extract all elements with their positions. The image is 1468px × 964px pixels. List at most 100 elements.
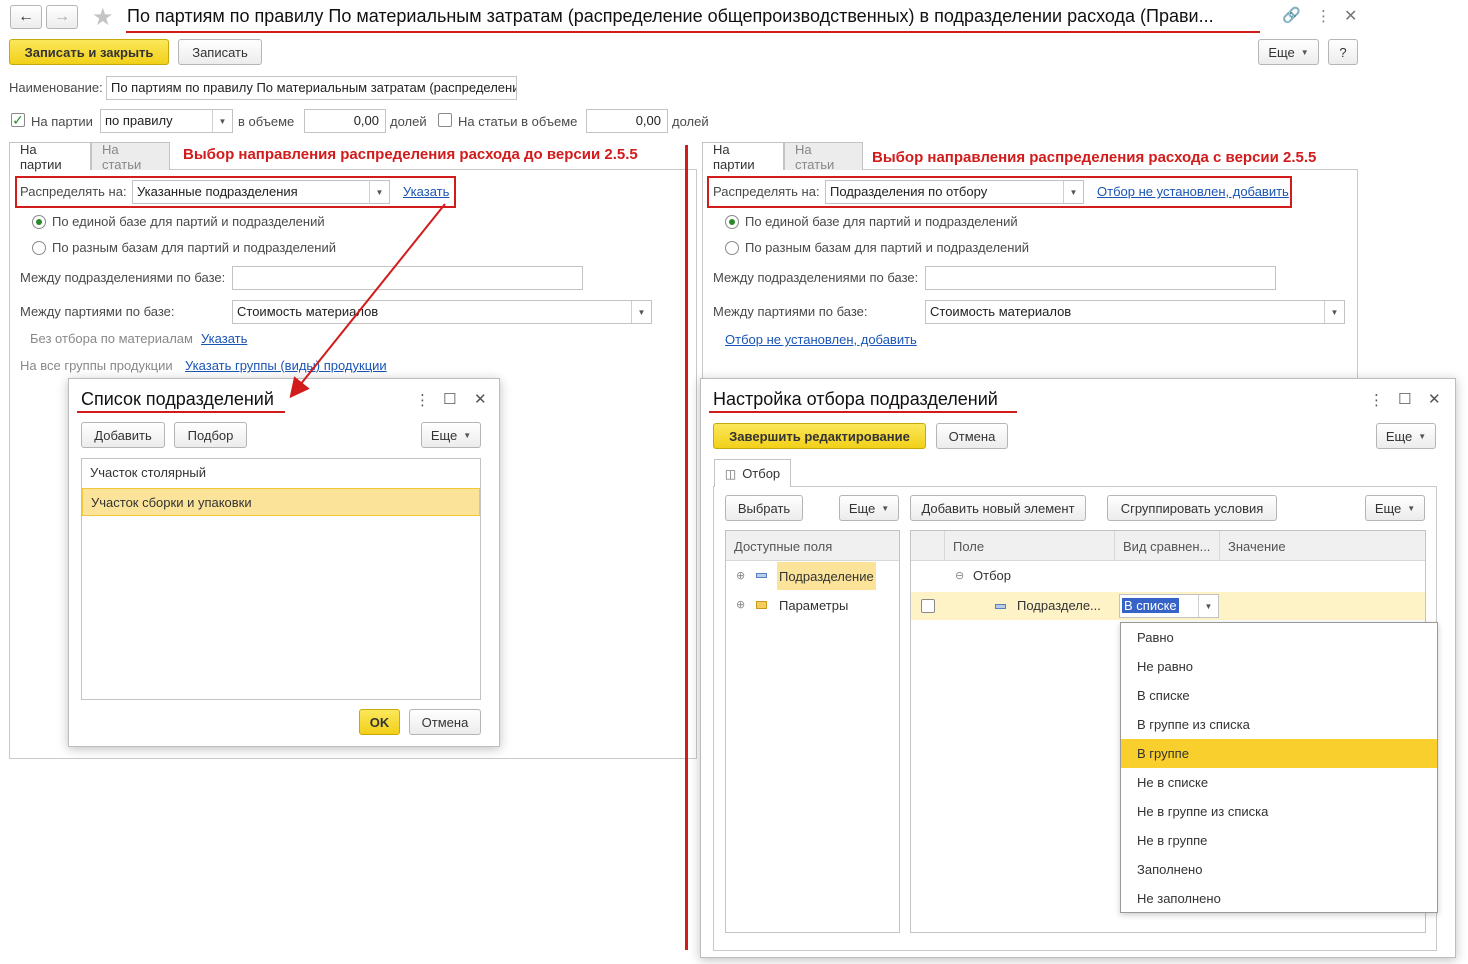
chevron-down-icon: ▼ (1407, 503, 1416, 513)
right-radio-single-label: По единой базе для партий и подразделени… (745, 214, 1018, 229)
right-radio-different[interactable] (725, 241, 739, 255)
col-compare-header: Вид сравнен... (1115, 531, 1220, 561)
right-tab-items[interactable]: На статьи (784, 142, 863, 172)
by-batches-label: На партии (31, 114, 93, 129)
left-highlight-box (15, 176, 456, 208)
dept-list-dialog: Список подразделений ⋮ ☐ ✕ Добавить Подб… (68, 378, 500, 747)
filter-dialog-title: Настройка отбора подразделений (713, 389, 998, 409)
help-button[interactable]: ? (1328, 39, 1358, 65)
field-icon (756, 573, 767, 578)
option-filled[interactable]: Заполнено (1121, 855, 1437, 884)
col-field-header: Поле (945, 531, 1115, 561)
left-between-depts-input[interactable] (232, 266, 583, 290)
conditions-more-button[interactable]: Еще ▼ (1365, 495, 1425, 521)
link-icon[interactable]: 🔗 (1282, 6, 1301, 24)
option-not-equal[interactable]: Не равно (1121, 652, 1437, 681)
expand-icon[interactable]: ⊕ (736, 598, 745, 611)
more-vertical-icon[interactable]: ⋮ (1316, 7, 1331, 25)
col-value-header: Значение (1220, 531, 1425, 561)
shares-label: долей (390, 114, 427, 129)
finish-editing-button[interactable]: Завершить редактирование (713, 423, 926, 449)
add-element-button[interactable]: Добавить новый элемент (910, 495, 1086, 521)
option-in-group-from-list[interactable]: В группе из списка (1121, 710, 1437, 739)
col-checkbox-header (911, 531, 945, 561)
close-icon[interactable]: ✕ (474, 390, 487, 408)
pick-button[interactable]: Подбор (174, 422, 247, 448)
close-icon[interactable]: ✕ (1344, 6, 1357, 26)
right-tab-batches[interactable]: На партии (702, 142, 784, 172)
volume-input[interactable]: 0,00 (304, 109, 386, 133)
option-not-in-group-from-list[interactable]: Не в группе из списка (1121, 797, 1437, 826)
left-between-depts-label: Между подразделениями по базе: (20, 270, 226, 285)
chevron-down-icon[interactable]: ▼ (631, 301, 651, 323)
right-filter-link-2[interactable]: Отбор не установлен, добавить (725, 332, 917, 347)
right-between-depts-label: Между подразделениями по базе: (713, 270, 919, 285)
chevron-down-icon[interactable]: ▼ (1324, 301, 1344, 323)
condition-field[interactable]: Подразделе... (1017, 598, 1101, 613)
back-button[interactable]: ← (10, 5, 42, 29)
left-between-batches-select[interactable]: Стоимость материалов ▼ (232, 300, 652, 324)
filter-title-underline (709, 411, 1017, 413)
left-annotation: Выбор направления распределения расхода … (183, 146, 638, 163)
left-tab-batches[interactable]: На партии (9, 142, 91, 172)
by-items-checkbox[interactable] (438, 113, 452, 127)
compare-dropdown: Равно Не равно В списке В группе из спис… (1120, 622, 1438, 913)
chevron-down-icon: ▼ (463, 430, 472, 440)
close-icon[interactable]: ✕ (1428, 390, 1441, 408)
ok-button[interactable]: OK (359, 709, 400, 735)
chevron-down-icon[interactable]: ▼ (212, 110, 232, 132)
dept-more-button[interactable]: Еще ▼ (421, 422, 481, 448)
right-radio-different-label: По разным базам для партий и подразделен… (745, 240, 1029, 255)
option-in-list[interactable]: В списке (1121, 681, 1437, 710)
filter-icon: ◫ (724, 466, 737, 481)
tree-item-params[interactable]: Параметры (779, 598, 848, 613)
title-underline (126, 31, 1260, 33)
left-tab-items[interactable]: На статьи (91, 142, 170, 172)
right-radio-single[interactable] (725, 215, 739, 229)
right-highlight-box (707, 176, 1292, 208)
choose-button[interactable]: Выбрать (725, 495, 803, 521)
forward-button[interactable]: → (46, 5, 78, 29)
fields-more-button[interactable]: Еще ▼ (839, 495, 899, 521)
filter-cancel-button[interactable]: Отмена (936, 423, 1008, 449)
save-close-button[interactable]: Записать и закрыть (9, 39, 169, 65)
maximize-icon[interactable]: ☐ (443, 390, 456, 408)
option-not-filled[interactable]: Не заполнено (1121, 884, 1437, 913)
add-button[interactable]: Добавить (81, 422, 165, 448)
left-no-filter-link[interactable]: Указать (201, 331, 247, 346)
by-batches-checkbox[interactable]: ✓ (11, 113, 25, 127)
condition-checkbox[interactable] (921, 599, 935, 613)
favorite-star-icon[interactable]: ★ (92, 3, 114, 32)
right-between-depts-input[interactable] (925, 266, 1276, 290)
list-item[interactable]: Участок столярный (82, 459, 480, 487)
name-field[interactable]: По партиям по правилу По материальным за… (106, 76, 517, 100)
save-button[interactable]: Записать (178, 39, 262, 65)
items-volume-input[interactable]: 0,00 (586, 109, 668, 133)
compare-select[interactable]: В списке ▼ (1119, 594, 1219, 618)
list-item[interactable]: Участок сборки и упаковки (82, 488, 480, 516)
right-between-batches-select[interactable]: Стоимость материалов ▼ (925, 300, 1345, 324)
option-not-in-group[interactable]: Не в группе (1121, 826, 1437, 855)
tab-filter[interactable]: ◫ Отбор (714, 459, 791, 487)
name-label: Наименование: (9, 80, 103, 95)
expand-icon[interactable]: ⊕ (736, 569, 745, 582)
filter-more-button[interactable]: Еще ▼ (1376, 423, 1436, 449)
rule-select[interactable]: по правилу ▼ (100, 109, 233, 133)
available-fields-tree: Доступные поля ⊕ Подразделение ⊕ Парамет… (725, 530, 900, 933)
group-conditions-button[interactable]: Сгруппировать условия (1107, 495, 1277, 521)
filter-settings-dialog: Настройка отбора подразделений ⋮ ☐ ✕ Зав… (700, 378, 1456, 958)
option-not-in-list[interactable]: Не в списке (1121, 768, 1437, 797)
collapse-icon[interactable]: ⊖ (955, 569, 964, 582)
chevron-down-icon[interactable]: ▼ (1198, 595, 1218, 617)
option-equal[interactable]: Равно (1121, 623, 1437, 652)
more-vertical-icon[interactable]: ⋮ (1369, 391, 1384, 409)
left-all-groups-link[interactable]: Указать группы (виды) продукции (185, 358, 387, 373)
maximize-icon[interactable]: ☐ (1398, 390, 1411, 408)
more-vertical-icon[interactable]: ⋮ (415, 391, 430, 409)
dept-cancel-button[interactable]: Отмена (409, 709, 481, 735)
left-radio-single[interactable] (32, 215, 46, 229)
option-in-group[interactable]: В группе (1121, 739, 1437, 768)
more-button[interactable]: Еще ▼ (1258, 39, 1319, 65)
left-radio-different[interactable] (32, 241, 46, 255)
folder-icon (756, 601, 767, 609)
